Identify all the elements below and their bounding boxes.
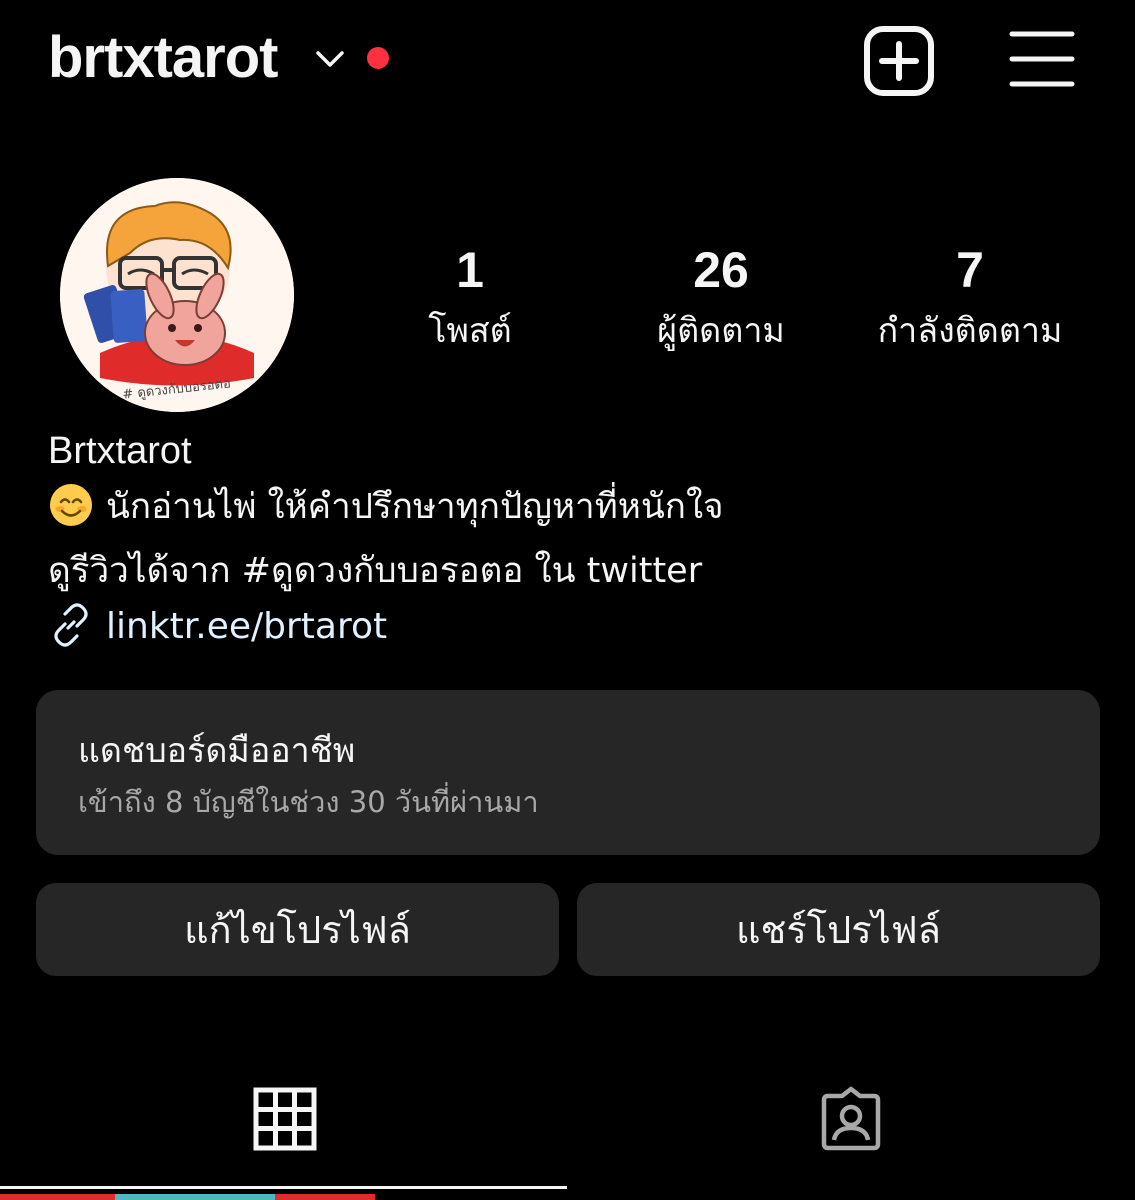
tagged-icon[interactable] [818,1086,884,1152]
professional-dashboard-card[interactable]: แดชบอร์ดมืออาชีพ เข้าถึง 8 บัญชีในช่วง 3… [36,690,1100,855]
dashboard-subtitle: เข้าถึง 8 บัญชีในช่วง 30 วันที่ผ่านมา [78,785,539,819]
link-icon [54,603,88,647]
menu-icon[interactable] [1006,26,1078,92]
chevron-down-icon[interactable] [312,40,348,76]
following-count: 7 [956,242,984,298]
bio-line-2: ดูรีวิวได้จาก #ดูดวงกับบอรอตอ ใน twitter [48,551,703,591]
bio-text-1: นักอ่านไพ่ ให้คำปรึกษาทุกปัญหาที่หนักใจ [106,487,724,527]
edit-profile-button[interactable]: แก้ไขโปรไฟล์ [36,883,559,976]
followers-count: 26 [693,242,749,298]
following-label: กำลังติดตาม [877,311,1063,351]
avatar-illustration: # ดูดวงกับบอรอตอ [60,178,294,412]
followers-label: ผู้ติดตาม [657,311,785,351]
new-post-icon[interactable] [862,24,936,98]
avatar[interactable]: # ดูดวงกับบอรอตอ [60,178,294,412]
posts-count: 1 [456,242,484,298]
bio-link[interactable]: linktr.ee/brtarot [48,602,387,652]
active-tab-indicator [0,1186,567,1189]
bottom-strip [0,1194,1135,1200]
grid-icon[interactable] [252,1086,318,1152]
bio-line-1: นักอ่านไพ่ ให้คำปรึกษาทุกปัญหาที่หนักใจ [48,482,724,532]
stat-posts[interactable]: 1 โพสต์ [330,240,610,356]
share-profile-button[interactable]: แชร์โปรไฟล์ [577,883,1100,976]
stat-following[interactable]: 7 กำลังติดตาม [830,240,1110,356]
profile-username[interactable]: brtxtarot [48,22,278,94]
bio-link-text[interactable]: linktr.ee/brtarot [106,606,387,647]
posts-label: โพสต์ [428,311,512,351]
display-name: Brtxtarot [48,430,192,472]
smiling-face-icon [50,484,92,526]
notification-dot [367,47,389,69]
stat-followers[interactable]: 26 ผู้ติดตาม [581,240,861,356]
dashboard-title: แดชบอร์ดมืออาชีพ [78,731,356,771]
